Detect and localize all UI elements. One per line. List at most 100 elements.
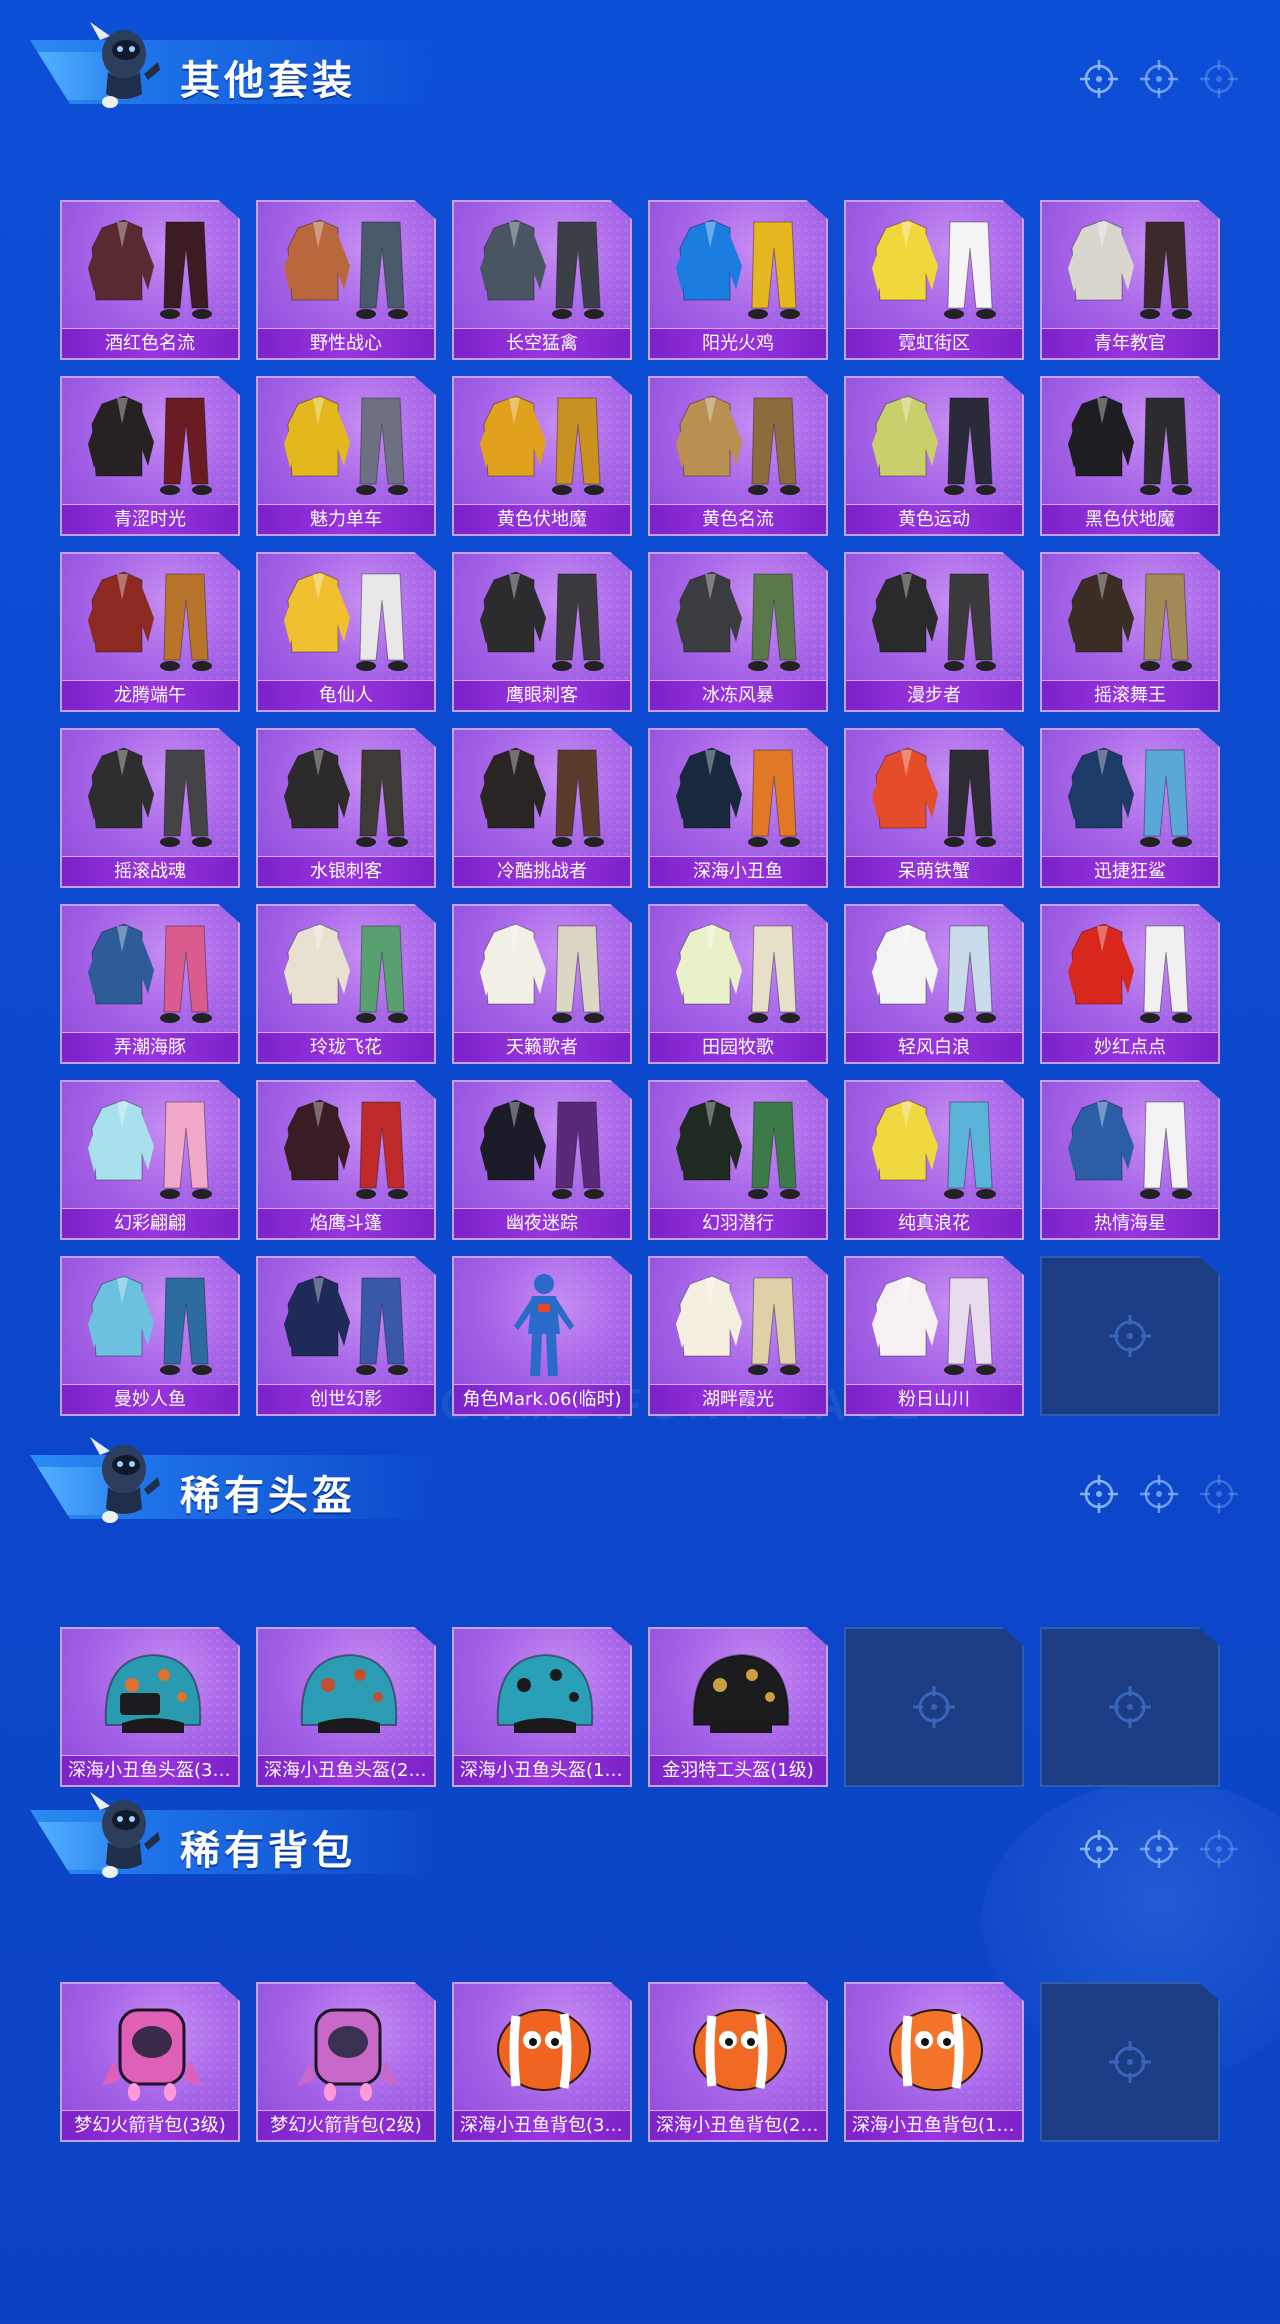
item-name: 梦幻火箭背包(3级) xyxy=(62,2110,238,2140)
item-card[interactable]: 阳光火鸡 xyxy=(648,200,828,360)
item-card[interactable]: 魅力单车 xyxy=(256,376,436,536)
item-card[interactable]: 天籁歌者 xyxy=(452,904,632,1064)
empty-slot xyxy=(844,1627,1024,1787)
item-card[interactable]: 玲珑飞花 xyxy=(256,904,436,1064)
outfit-image xyxy=(872,1275,996,1375)
outfit-image xyxy=(88,395,212,495)
item-card[interactable]: 深海小丑鱼背包(1级) xyxy=(844,1982,1024,2142)
item-name: 摇滚战魂 xyxy=(62,856,238,886)
item-card[interactable]: 金羽特工头盔(1级) xyxy=(648,1627,828,1787)
item-card[interactable]: 龟仙人 xyxy=(256,552,436,712)
outfit-image xyxy=(284,1099,408,1199)
item-name: 龟仙人 xyxy=(258,680,434,710)
item-card[interactable]: 梦幻火箭背包(3级) xyxy=(60,1982,240,2142)
item-card[interactable]: 摇滚战魂 xyxy=(60,728,240,888)
outfit-image xyxy=(284,923,408,1023)
item-card[interactable]: 野性战心 xyxy=(256,200,436,360)
item-name: 创世幻影 xyxy=(258,1384,434,1414)
item-card[interactable]: 黄色名流 xyxy=(648,376,828,536)
item-card[interactable]: 迅捷狂鲨 xyxy=(1040,728,1220,888)
item-name: 热情海星 xyxy=(1042,1208,1218,1238)
helmet-image xyxy=(300,1653,398,1733)
section-title: 其他套装 xyxy=(180,59,356,103)
item-card[interactable]: 深海小丑鱼头盔(2级) xyxy=(256,1627,436,1787)
item-grid: 梦幻火箭背包(3级) 梦幻火箭背包(2级) 深海小丑鱼背包(3级) 深海小丑鱼背包(2… xyxy=(0,1982,1280,2142)
outfit-image xyxy=(480,1099,604,1199)
item-name: 野性战心 xyxy=(258,328,434,358)
item-card[interactable]: 水银刺客 xyxy=(256,728,436,888)
crosshair-icon xyxy=(1078,1828,1120,1870)
item-name: 霓虹街区 xyxy=(846,328,1022,358)
backpack-image xyxy=(497,2009,591,2091)
item-card[interactable]: 焰鹰斗篷 xyxy=(256,1080,436,1240)
outfit-image xyxy=(676,219,800,319)
backpack-image xyxy=(298,2008,398,2101)
helmet-image xyxy=(692,1653,790,1733)
empty-slot xyxy=(1040,1627,1220,1787)
outfit-image xyxy=(1068,747,1192,847)
crosshair-decoration xyxy=(1078,58,1240,100)
item-card[interactable]: 深海小丑鱼头盔(3级) xyxy=(60,1627,240,1787)
item-name: 龙腾端午 xyxy=(62,680,238,710)
section-title: 稀有背包 xyxy=(180,1829,356,1873)
item-card[interactable]: 青年教官 xyxy=(1040,200,1220,360)
item-name: 魅力单车 xyxy=(258,504,434,534)
item-card[interactable]: 幽夜迷踪 xyxy=(452,1080,632,1240)
outfit-image xyxy=(480,923,604,1023)
item-card[interactable]: 黑色伏地魔 xyxy=(1040,376,1220,536)
item-name: 摇滚舞王 xyxy=(1042,680,1218,710)
item-card[interactable]: 漫步者 xyxy=(844,552,1024,712)
crosshair-icon xyxy=(1198,1473,1240,1515)
outfit-image xyxy=(88,747,212,847)
item-name: 纯真浪花 xyxy=(846,1208,1022,1238)
item-card[interactable]: 霓虹街区 xyxy=(844,200,1024,360)
item-card[interactable]: 冰冻风暴 xyxy=(648,552,828,712)
item-card[interactable]: 深海小丑鱼背包(2级) xyxy=(648,1982,828,2142)
outfit-image xyxy=(676,747,800,847)
crosshair-placeholder-icon xyxy=(913,1686,955,1728)
outfit-image xyxy=(872,923,996,1023)
item-name: 漫步者 xyxy=(846,680,1022,710)
crosshair-icon xyxy=(1138,58,1180,100)
item-card[interactable]: 纯真浪花 xyxy=(844,1080,1024,1240)
item-card[interactable]: 摇滚舞王 xyxy=(1040,552,1220,712)
item-card[interactable]: 青涩时光 xyxy=(60,376,240,536)
item-card[interactable]: 黄色伏地魔 xyxy=(452,376,632,536)
item-name: 深海小丑鱼背包(3级) xyxy=(454,2110,630,2140)
item-card[interactable]: 幻羽潜行 xyxy=(648,1080,828,1240)
item-card[interactable]: 粉日山川 xyxy=(844,1256,1024,1416)
outfit-image xyxy=(284,395,408,495)
mascot-icon xyxy=(80,1784,164,1884)
item-card[interactable]: 幻彩翩翩 xyxy=(60,1080,240,1240)
item-card[interactable]: 冷酷挑战者 xyxy=(452,728,632,888)
item-card[interactable]: 深海小丑鱼 xyxy=(648,728,828,888)
mascot-icon xyxy=(80,14,164,114)
item-card[interactable]: 热情海星 xyxy=(1040,1080,1220,1240)
outfit-image xyxy=(1068,923,1192,1023)
item-name: 湖畔霞光 xyxy=(650,1384,826,1414)
item-card[interactable]: 湖畔霞光 xyxy=(648,1256,828,1416)
item-card[interactable]: 田园牧歌 xyxy=(648,904,828,1064)
item-card[interactable]: 轻风白浪 xyxy=(844,904,1024,1064)
item-card[interactable]: 深海小丑鱼头盔(1级) xyxy=(452,1627,632,1787)
item-card[interactable]: 深海小丑鱼背包(3级) xyxy=(452,1982,632,2142)
item-card[interactable]: 角色Mark.06(临时) xyxy=(452,1256,632,1416)
item-card[interactable]: 创世幻影 xyxy=(256,1256,436,1416)
item-card[interactable]: 呆萌铁蟹 xyxy=(844,728,1024,888)
item-card[interactable]: 梦幻火箭背包(2级) xyxy=(256,1982,436,2142)
section-header: 稀有头盔 xyxy=(0,1415,1280,1535)
item-card[interactable]: 黄色运动 xyxy=(844,376,1024,536)
item-card[interactable]: 弄潮海豚 xyxy=(60,904,240,1064)
item-name: 田园牧歌 xyxy=(650,1032,826,1062)
item-card[interactable]: 妙红点点 xyxy=(1040,904,1220,1064)
outfit-image xyxy=(88,923,212,1023)
item-card[interactable]: 长空猛禽 xyxy=(452,200,632,360)
item-card[interactable]: 酒红色名流 xyxy=(60,200,240,360)
item-card[interactable]: 曼妙人鱼 xyxy=(60,1256,240,1416)
item-name: 水银刺客 xyxy=(258,856,434,886)
item-card[interactable]: 鹰眼刺客 xyxy=(452,552,632,712)
item-name: 幻彩翩翩 xyxy=(62,1208,238,1238)
item-card[interactable]: 龙腾端午 xyxy=(60,552,240,712)
outfit-image xyxy=(676,1099,800,1199)
item-name: 青涩时光 xyxy=(62,504,238,534)
